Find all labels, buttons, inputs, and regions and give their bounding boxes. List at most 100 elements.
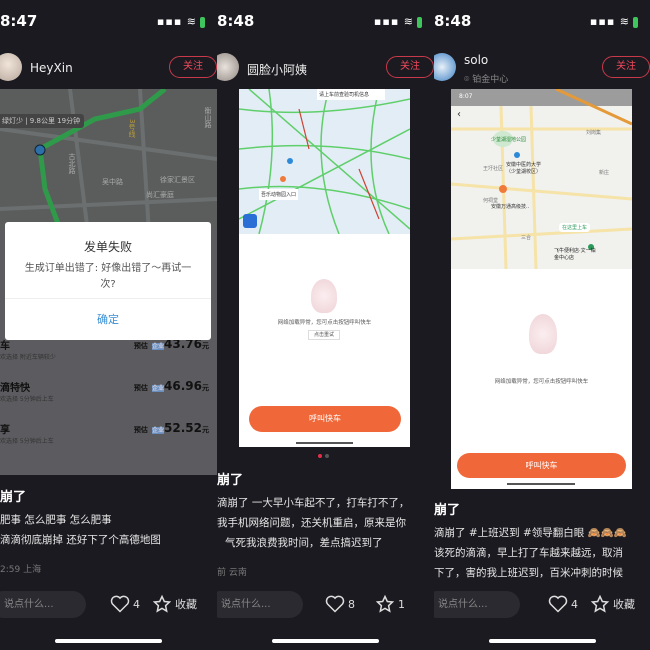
metro-line-label: 3号线 bbox=[128, 119, 136, 138]
place-label: 王圩社区 bbox=[483, 166, 504, 172]
post-title: 崩了 bbox=[217, 473, 244, 488]
est: 预估 bbox=[133, 426, 148, 434]
pickup-label: 在这里上车 bbox=[559, 223, 591, 232]
location: ⌾ 铂金中心 bbox=[464, 75, 509, 85]
comment-input[interactable]: 说点什么... bbox=[217, 591, 303, 618]
pickup-place: 飞牛便利店·文一铂金中心店 bbox=[554, 248, 596, 261]
bottom-sheet: 网络加载异常，您可点击按钮呼叫快车 点击重试 呼叫快车 bbox=[239, 234, 410, 447]
heart-icon bbox=[548, 595, 568, 613]
favorite-label: 收藏 bbox=[613, 598, 635, 611]
post-panel-3: 8:48 ▪▪▪ ≋ solo ⌾ 铂金中心 关注 8:07 ‹ 少荃湖湿地公园… bbox=[434, 0, 650, 650]
home-indicator bbox=[55, 639, 162, 643]
error-message: 网络加载异常，您可点击按钮呼叫快车 bbox=[277, 320, 372, 326]
post-image[interactable]: 请上车前查验司机信息 吾乐动物园入口 网络加载异常，您可点击按钮呼叫快车 点击重… bbox=[239, 89, 410, 447]
place-label: 何祠堂 bbox=[483, 198, 499, 204]
dialog-message: 生成订单出错了: 好像出错了～再试一次? bbox=[24, 263, 192, 290]
like-count: 4 bbox=[133, 597, 140, 611]
mascot-image bbox=[311, 279, 337, 313]
unit: 元 bbox=[202, 384, 209, 392]
road-label: 徐家汇景区 bbox=[160, 176, 195, 184]
username[interactable]: HeyXin bbox=[30, 61, 73, 75]
ride-sub: 欢选择 附近车辆较少 bbox=[0, 354, 56, 361]
ride-sub: 欢选择 5分钟后上车 bbox=[0, 438, 54, 445]
username[interactable]: solo bbox=[464, 53, 488, 67]
like-button[interactable]: 8 bbox=[325, 594, 355, 614]
post-image[interactable]: 8:07 ‹ 少荃湖湿地公园 安徽中医药大学（少荃湖校区） 王圩社区 刘岗集 新… bbox=[451, 89, 632, 489]
like-button[interactable]: 4 bbox=[548, 594, 578, 614]
comment-input[interactable]: 说点什么... bbox=[434, 591, 520, 618]
favorite-button[interactable]: 1 bbox=[375, 594, 405, 614]
place-label: 三合 bbox=[521, 235, 532, 241]
follow-button[interactable]: 关注 bbox=[169, 56, 217, 78]
star-icon bbox=[590, 594, 610, 613]
follow-button[interactable]: 关注 bbox=[602, 56, 650, 78]
retry-button[interactable]: 点击重试 bbox=[308, 330, 340, 340]
heart-icon bbox=[110, 595, 130, 613]
road-label: 古北路 bbox=[68, 153, 76, 174]
like-button[interactable]: 4 bbox=[110, 594, 140, 614]
est: 预估 bbox=[133, 384, 148, 392]
post-text: 该死的滴滴，早上打了车越来越远，取消 bbox=[434, 547, 623, 559]
place-label: 刘岗集 bbox=[586, 130, 602, 136]
post-text: 我手机网络问题，还关机重启，原来是你 bbox=[217, 517, 406, 529]
call-express-button[interactable]: 呼叫快车 bbox=[457, 453, 626, 478]
back-icon[interactable]: ‹ bbox=[457, 109, 461, 120]
ride-row[interactable]: 滴特快 欢选择 5分钟后上车 预估 企业46.96元 bbox=[0, 379, 217, 403]
status-time: 8:48 bbox=[217, 12, 255, 30]
home-indicator bbox=[272, 639, 379, 643]
post-meta: 前 云南 bbox=[217, 568, 247, 578]
like-count: 4 bbox=[571, 597, 578, 611]
confirm-button[interactable]: 确定 bbox=[5, 298, 211, 340]
battery-icon bbox=[633, 16, 638, 28]
post-text: 下了，害的我上班迟到，百米冲刺的时候 bbox=[434, 567, 623, 579]
comment-input[interactable]: 说点什么... bbox=[0, 591, 86, 618]
dialog-title: 发单失败 bbox=[83, 240, 132, 254]
unit: 元 bbox=[202, 426, 209, 434]
heart-icon bbox=[325, 595, 345, 613]
status-icons: ▪▪▪ ≋ bbox=[157, 15, 205, 28]
status-time: 8:48 bbox=[434, 12, 472, 30]
username[interactable]: 圆脸小阿姨 bbox=[247, 61, 307, 78]
page-dots bbox=[318, 454, 329, 458]
bottom-sheet: 网络加载异常，您可点击按钮呼叫快车 呼叫快车 bbox=[451, 269, 632, 489]
post-title: 崩了 bbox=[0, 490, 27, 505]
tag: 企业 bbox=[152, 427, 165, 434]
tag: 企业 bbox=[152, 343, 165, 350]
road-label: 尚汇豪庭 bbox=[146, 191, 174, 199]
favorite-button[interactable]: 收藏 bbox=[152, 594, 197, 614]
post-text: 滴滴彻底崩掉 还好下了个高德地图 bbox=[0, 534, 161, 546]
avatar[interactable] bbox=[434, 53, 456, 81]
call-express-button[interactable]: 呼叫快车 bbox=[249, 406, 401, 432]
post-text: 滴崩了 一大早小车起不了，打车打不了， bbox=[217, 497, 410, 509]
road-label: 吴中路 bbox=[102, 178, 123, 186]
est: 预估 bbox=[133, 342, 148, 350]
post-text: 肥事 怎么肥事 怎么肥事 bbox=[0, 514, 112, 526]
post-title: 崩了 bbox=[434, 503, 461, 518]
star-icon bbox=[152, 594, 172, 613]
ride-price: 52.52 bbox=[164, 421, 202, 435]
favorite-label: 收藏 bbox=[175, 598, 197, 611]
avatar[interactable] bbox=[217, 53, 239, 81]
post-text: 滴崩了 #上班迟到 #领导翻白眼 🙈🙈🙈 bbox=[434, 527, 627, 539]
unit: 元 bbox=[202, 342, 209, 350]
place-label: 安徽中医药大学（少荃湖校区） bbox=[506, 162, 542, 175]
ride-row[interactable]: 享 欢选择 5分钟后上车 预估 企业52.52元 bbox=[0, 421, 217, 445]
error-message: 网络加载异常，您可点击按钮呼叫快车 bbox=[494, 379, 589, 385]
post-panel-2: 8:48 ▪▪▪ ≋ 圆脸小阿姨 关注 请上车前查验司机信息 吾乐动物园入口 网… bbox=[217, 0, 434, 650]
home-indicator bbox=[489, 639, 596, 643]
place-label: 安徽万通高级技.. bbox=[491, 204, 530, 210]
map bbox=[239, 89, 410, 234]
road-label: 衡山路 bbox=[204, 107, 212, 128]
place-label: 少荃湖湿地公园 bbox=[491, 137, 527, 143]
follow-button[interactable]: 关注 bbox=[386, 56, 434, 78]
favorite-button[interactable]: 收藏 bbox=[590, 594, 635, 614]
avatar[interactable] bbox=[0, 53, 22, 81]
place-label: 吾乐动物园入口 bbox=[259, 189, 299, 200]
status-time: 8:47 bbox=[0, 12, 38, 30]
shield-button[interactable] bbox=[243, 214, 257, 228]
battery-icon bbox=[417, 16, 422, 28]
error-dialog: 发单失败 生成订单出错了: 好像出错了～再试一次? 确定 bbox=[5, 222, 211, 340]
status-icons: ▪▪▪ ≋ bbox=[590, 15, 638, 28]
post-text: 气死我浪费我时间，差点搞迟到了 bbox=[225, 537, 383, 549]
post-panel-1: 8:47 ▪▪▪ ≋ HeyXin 关注 绿灯少 | 9.8公里 19分钟 吴中… bbox=[0, 0, 217, 650]
